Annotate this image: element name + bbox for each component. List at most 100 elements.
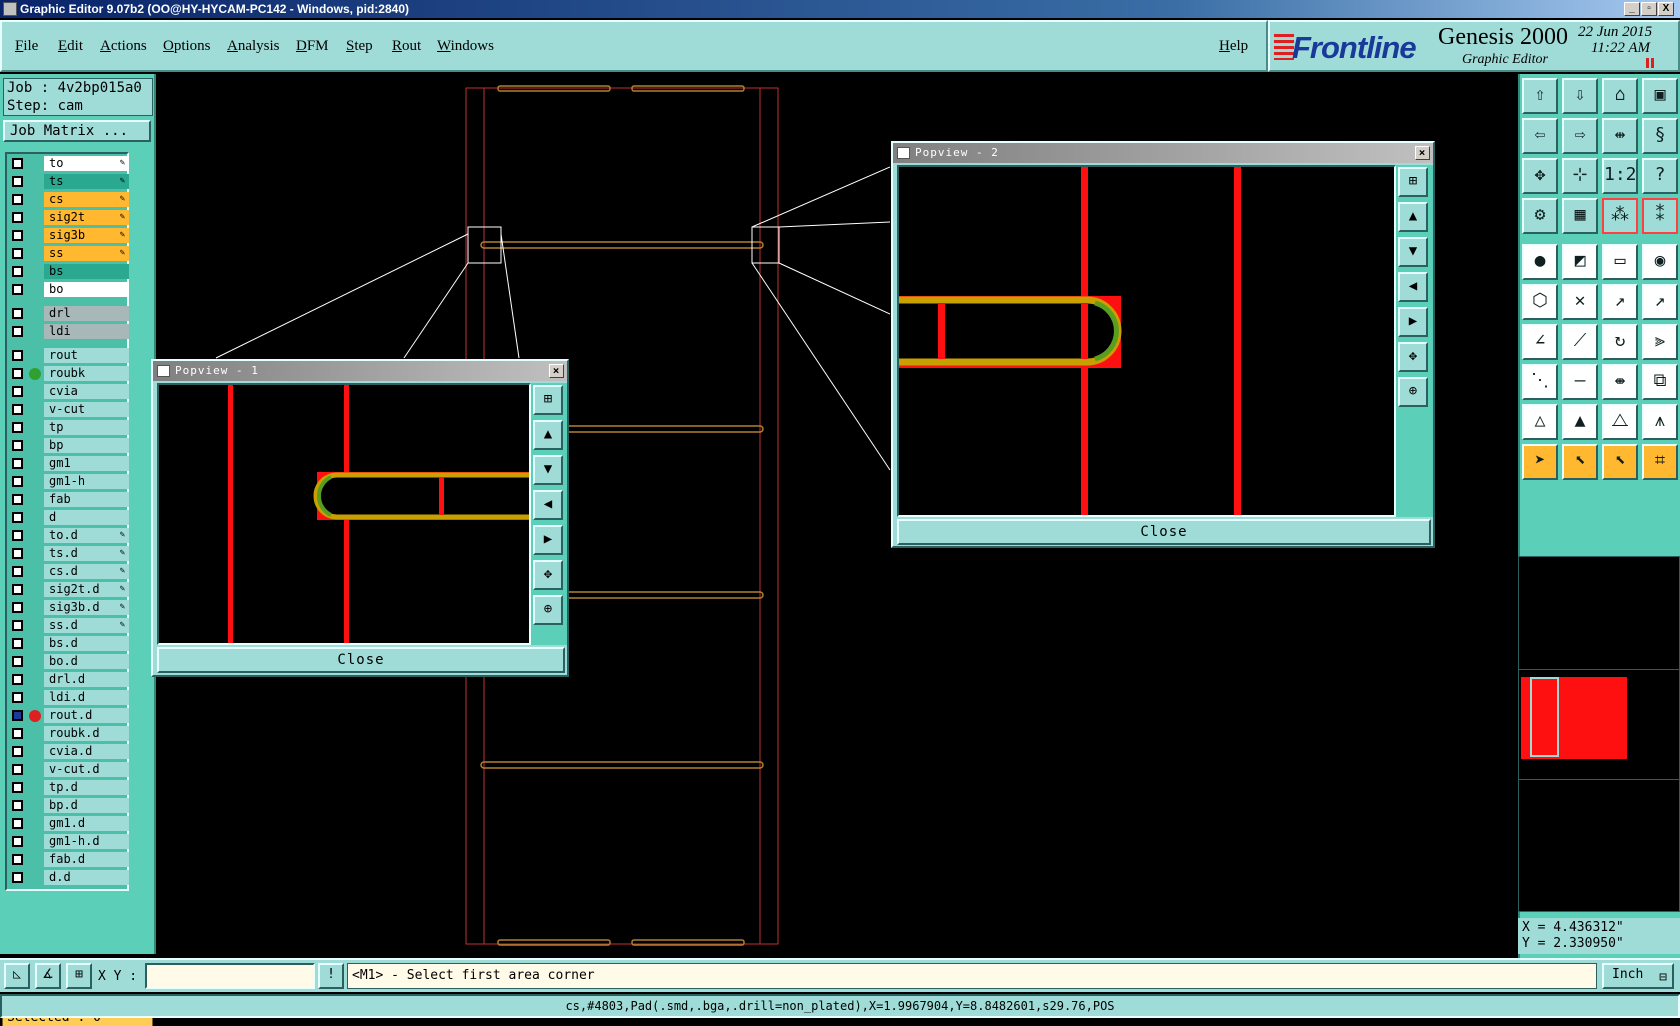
layer-name[interactable]: bo xyxy=(44,282,129,297)
job-matrix-button[interactable]: Job Matrix ... xyxy=(3,120,151,142)
layer-row[interactable]: roubk xyxy=(9,366,129,381)
layer-name[interactable]: tp.d xyxy=(44,780,129,795)
layer-checkbox[interactable] xyxy=(12,368,23,379)
layer-checkbox[interactable] xyxy=(12,548,23,559)
layer-checkbox[interactable] xyxy=(12,494,23,505)
popview-pan-up-icon[interactable]: ▲ xyxy=(533,420,563,450)
layer-name[interactable]: gm1-h xyxy=(44,474,129,489)
settings-icon[interactable]: ⚙ xyxy=(1522,198,1558,234)
cross-icon[interactable]: ✕ xyxy=(1562,284,1598,320)
layer-checkbox[interactable] xyxy=(12,584,23,595)
layer-checkbox[interactable] xyxy=(12,266,23,277)
layer-row[interactable]: sig2t.d ✎ xyxy=(9,582,129,597)
layer-row[interactable]: drl.d xyxy=(9,672,129,687)
popview-zoom-in-icon[interactable]: ⊞ xyxy=(533,385,563,415)
layer-checkbox[interactable] xyxy=(12,176,23,187)
layer-row[interactable]: cvia xyxy=(9,384,129,399)
layer-checkbox[interactable] xyxy=(12,692,23,703)
home-icon[interactable]: ⌂ xyxy=(1602,78,1638,114)
angle-mode-icon[interactable]: ∡ xyxy=(35,963,61,989)
zoom-fit-icon[interactable]: ✥ xyxy=(1522,158,1558,194)
xy-input[interactable] xyxy=(145,963,315,989)
layer-row[interactable]: bp.d xyxy=(9,798,129,813)
layer-row[interactable]: ss ✎ xyxy=(9,246,129,261)
layer-name[interactable]: d.d xyxy=(44,870,129,885)
layer-name[interactable]: cvia.d xyxy=(44,744,129,759)
pan-split-icon[interactable]: ⇹ xyxy=(1602,118,1638,154)
layer-checkbox[interactable] xyxy=(12,326,23,337)
mirror-icon[interactable]: ⫸ xyxy=(1642,324,1678,360)
layer-row[interactable]: ss.d ✎ xyxy=(9,618,129,633)
snap-center-icon[interactable]: ⁑ xyxy=(1642,198,1678,234)
layer-name[interactable]: sig3b.d xyxy=(44,600,129,615)
pause-indicator-icon[interactable] xyxy=(1646,58,1654,68)
menu-file[interactable]: File xyxy=(15,38,38,55)
popview-zoom-out-icon[interactable]: ⊕ xyxy=(1398,377,1428,407)
layer-name[interactable]: gm1.d xyxy=(44,816,129,831)
layer-checkbox[interactable] xyxy=(12,674,23,685)
grid-icon[interactable]: ▦ xyxy=(1562,198,1598,234)
layer-checkbox[interactable] xyxy=(12,710,23,721)
layer-checkbox[interactable] xyxy=(12,476,23,487)
layer-name[interactable]: v-cut.d xyxy=(44,762,129,777)
popview-1-titlebar[interactable]: Popview - 1 × xyxy=(153,361,567,381)
layer-name[interactable]: cvia xyxy=(44,384,129,399)
layer-checkbox[interactable] xyxy=(12,308,23,319)
layer-checkbox[interactable] xyxy=(12,212,23,223)
layer-name[interactable]: ts.d xyxy=(44,546,129,561)
line-add-icon[interactable]: ◩ xyxy=(1562,244,1598,280)
layer-row[interactable]: to ✎ xyxy=(9,156,129,171)
menu-options[interactable]: Options xyxy=(163,38,211,55)
select-pointer-icon[interactable]: ➤ xyxy=(1522,444,1558,480)
resize-icon[interactable]: ⇼ xyxy=(1602,364,1638,400)
layer-row[interactable]: roubk.d xyxy=(9,726,129,741)
execute-button[interactable]: ! xyxy=(318,963,344,989)
popview-2-close-button[interactable]: Close xyxy=(897,519,1431,545)
layer-row[interactable]: drl xyxy=(9,306,129,321)
popview-1-close-button[interactable]: Close xyxy=(157,647,565,673)
layer-name[interactable]: sig2t.d xyxy=(44,582,129,597)
triangle-icon[interactable]: △ xyxy=(1522,404,1558,440)
measure-icon[interactable]: ▭ xyxy=(1602,244,1638,280)
popview-pan-down-icon[interactable]: ▼ xyxy=(1398,237,1428,267)
layer-row[interactable]: cs.d ✎ xyxy=(9,564,129,579)
layer-name[interactable]: to xyxy=(44,156,129,171)
layer-checkbox[interactable] xyxy=(12,230,23,241)
layer-row[interactable]: ts ✎ xyxy=(9,174,129,189)
zoom-one-to-one-icon[interactable]: 1:2 xyxy=(1602,158,1638,194)
units-selector[interactable]: Inch ⊟ xyxy=(1602,963,1674,989)
layer-checkbox[interactable] xyxy=(12,458,23,469)
layer-row[interactable]: fab xyxy=(9,492,129,507)
group-icon[interactable]: ⧉ xyxy=(1642,364,1678,400)
pan-left-icon[interactable]: ⇦ xyxy=(1522,118,1558,154)
layer-name[interactable]: to.d xyxy=(44,528,129,543)
layer-name[interactable]: fab xyxy=(44,492,129,507)
layer-name[interactable]: d xyxy=(44,510,129,525)
layer-row[interactable]: bs xyxy=(9,264,129,279)
layer-checkbox[interactable] xyxy=(12,872,23,883)
layer-name[interactable]: bp xyxy=(44,438,129,453)
layer-checkbox[interactable] xyxy=(12,764,23,775)
layer-checkbox[interactable] xyxy=(12,350,23,361)
move-point-icon[interactable]: ↗ xyxy=(1602,284,1638,320)
layer-checkbox[interactable] xyxy=(12,566,23,577)
popview-zoom-out-icon[interactable]: ⊕ xyxy=(533,595,563,625)
layer-checkbox[interactable] xyxy=(12,158,23,169)
layer-checkbox[interactable] xyxy=(12,638,23,649)
layer-name[interactable]: tp xyxy=(44,420,129,435)
layer-checkbox[interactable] xyxy=(12,440,23,451)
layer-checkbox[interactable] xyxy=(12,422,23,433)
layer-name[interactable]: rout xyxy=(44,348,129,363)
layer-row[interactable]: bo.d xyxy=(9,654,129,669)
slash-icon[interactable]: ⟋ xyxy=(1562,324,1598,360)
layer-row[interactable]: bs.d xyxy=(9,636,129,651)
popview-zoom-in-icon[interactable]: ⊞ xyxy=(1398,167,1428,197)
popview-pan-left-icon[interactable]: ◀ xyxy=(1398,272,1428,302)
layer-row[interactable]: ldi.d xyxy=(9,690,129,705)
layer-row[interactable]: bo xyxy=(9,282,129,297)
layer-checkbox[interactable] xyxy=(12,386,23,397)
layer-row[interactable]: rout xyxy=(9,348,129,363)
menu-step[interactable]: Step xyxy=(346,38,373,55)
redraw-icon[interactable]: § xyxy=(1642,118,1678,154)
select-box-icon[interactable]: ⬉ xyxy=(1562,444,1598,480)
